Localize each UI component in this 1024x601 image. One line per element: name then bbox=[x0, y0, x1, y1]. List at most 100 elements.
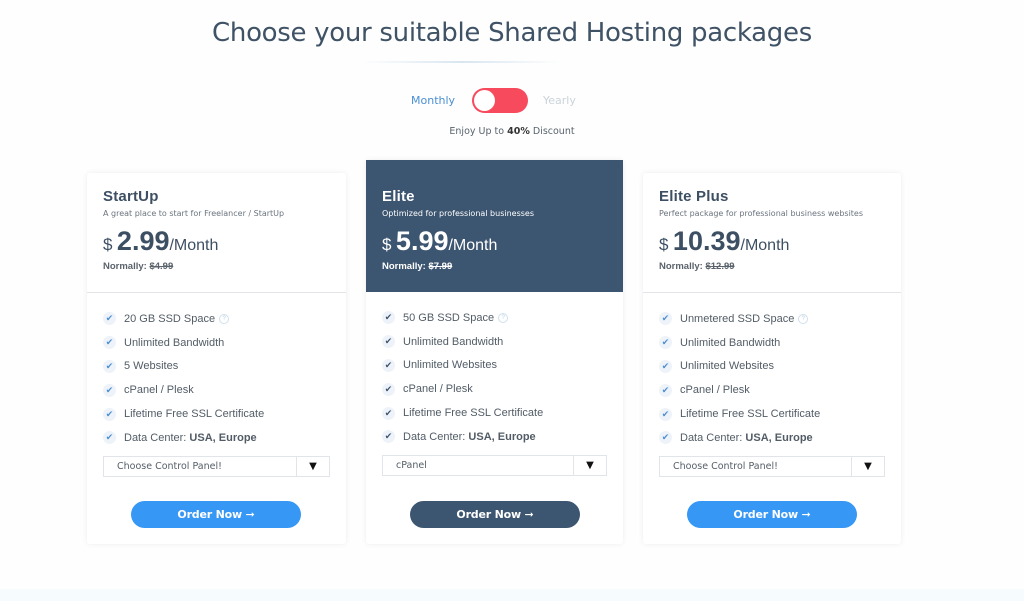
price-amount: 5.99 bbox=[395, 226, 449, 256]
check-icon: ✔ bbox=[659, 383, 672, 397]
check-icon: ✔ bbox=[103, 431, 116, 445]
feature-text: Lifetime Free SSL Certificate bbox=[403, 407, 544, 420]
plan-card-startup: StartUp A great place to start for Freel… bbox=[87, 173, 346, 544]
feature-list: ✔ 20 GB SSD Space? ✔ Unlimited Bandwidth ✔ 5 … bbox=[87, 293, 346, 450]
feature-item: ✔ Data Center: USA, Europe bbox=[659, 426, 885, 450]
feature-text: 5 Websites bbox=[124, 360, 179, 373]
control-panel-value[interactable]: Choose Control Panel! bbox=[660, 456, 852, 476]
feature-text: 50 GB SSD Space bbox=[403, 311, 495, 324]
check-icon: ✔ bbox=[103, 407, 116, 421]
monthly-label[interactable]: Monthly bbox=[411, 94, 455, 107]
check-icon: ✔ bbox=[103, 336, 116, 350]
feature-item: ✔ Unlimited Bandwidth bbox=[382, 330, 607, 354]
data-center-value: USA, Europe bbox=[468, 430, 536, 443]
data-center-value: USA, Europe bbox=[745, 431, 813, 444]
check-icon: ✔ bbox=[382, 311, 395, 325]
control-panel-value[interactable]: Choose Control Panel! bbox=[104, 456, 297, 476]
order-now-button[interactable]: Order Now ➞ bbox=[687, 501, 857, 528]
feature-item: ✔ cPanel / Plesk bbox=[382, 377, 607, 401]
help-icon[interactable]: ? bbox=[219, 313, 230, 324]
control-panel-select[interactable]: Choose Control Panel! ▼ bbox=[103, 455, 330, 477]
check-icon: ✔ bbox=[659, 407, 672, 421]
feature-item: ✔ 20 GB SSD Space? bbox=[103, 307, 330, 331]
price-period: /Month bbox=[169, 237, 219, 254]
normally-label: Normally: bbox=[382, 261, 426, 272]
feature-item: ✔ cPanel / Plesk bbox=[103, 378, 330, 402]
billing-toggle-switch[interactable] bbox=[472, 88, 528, 113]
discount-value: 40% bbox=[507, 126, 530, 137]
feature-item: ✔ Lifetime Free SSL Certificate bbox=[103, 402, 330, 426]
currency-symbol: $ bbox=[382, 235, 392, 254]
toggle-knob bbox=[474, 90, 495, 111]
chevron-down-icon[interactable]: ▼ bbox=[852, 457, 884, 476]
help-icon[interactable]: ? bbox=[798, 313, 809, 324]
plan-card-elite: Elite Optimized for professional busines… bbox=[366, 160, 623, 544]
check-icon: ✔ bbox=[382, 406, 395, 420]
plan-description: Optimized for professional businesses bbox=[382, 209, 535, 218]
feature-item: ✔ Data Center: USA, Europe bbox=[103, 426, 330, 450]
discount-suffix: Discount bbox=[529, 126, 575, 137]
check-icon: ✔ bbox=[103, 383, 116, 397]
yearly-label[interactable]: Yearly bbox=[543, 94, 576, 107]
plan-name: Elite Plus bbox=[659, 188, 729, 205]
page-title: Choose your suitable Shared Hosting pack… bbox=[212, 18, 812, 48]
feature-item: ✔ Lifetime Free SSL Certificate bbox=[382, 401, 607, 425]
check-icon: ✔ bbox=[659, 336, 672, 350]
feature-item: ✔ 50 GB SSD Space? bbox=[382, 306, 607, 330]
feature-text: Unmetered SSD Space bbox=[680, 312, 795, 325]
feature-text: Data Center: bbox=[403, 430, 469, 443]
billing-toggle-row: Monthly Yearly bbox=[0, 88, 1024, 114]
feature-text: cPanel / Plesk bbox=[680, 384, 750, 397]
check-icon: ✔ bbox=[659, 431, 672, 445]
feature-item: ✔ Lifetime Free SSL Certificate bbox=[659, 402, 885, 426]
order-now-button[interactable]: Order Now ➞ bbox=[131, 501, 301, 528]
plan-name: StartUp bbox=[103, 188, 159, 205]
check-icon: ✔ bbox=[382, 335, 395, 349]
feature-text: cPanel / Plesk bbox=[124, 384, 194, 397]
control-panel-select[interactable]: cPanel ▼ bbox=[382, 454, 607, 476]
feature-text: Data Center: bbox=[124, 431, 190, 444]
check-icon: ✔ bbox=[103, 312, 116, 326]
currency-symbol: $ bbox=[103, 235, 113, 254]
feature-text: Lifetime Free SSL Certificate bbox=[680, 408, 821, 421]
pricing-page: Choose your suitable Shared Hosting pack… bbox=[0, 0, 1024, 601]
normally-price: $4.99 bbox=[149, 261, 174, 272]
check-icon: ✔ bbox=[382, 382, 395, 396]
title-divider bbox=[362, 61, 562, 63]
plan-header: StartUp A great place to start for Freel… bbox=[87, 173, 346, 293]
normally-price: $7.99 bbox=[428, 261, 453, 272]
feature-item: ✔ Unlimited Bandwidth bbox=[103, 331, 330, 355]
price-period: /Month bbox=[740, 237, 790, 254]
price-period: /Month bbox=[448, 237, 498, 254]
plan-header: Elite Optimized for professional busines… bbox=[366, 160, 623, 292]
discount-prefix: Enjoy Up to bbox=[449, 126, 508, 137]
feature-item: ✔ 5 Websites bbox=[103, 355, 330, 379]
help-icon[interactable]: ? bbox=[498, 312, 509, 323]
plan-price: $ 5.99/Month bbox=[382, 226, 607, 257]
feature-text: Unlimited Websites bbox=[680, 360, 774, 373]
normal-price: Normally: $7.99 bbox=[382, 261, 607, 272]
feature-item: ✔ Unlimited Websites bbox=[659, 355, 885, 379]
normally-label: Normally: bbox=[103, 261, 147, 272]
feature-text: cPanel / Plesk bbox=[403, 383, 473, 396]
feature-list: ✔ 50 GB SSD Space? ✔ Unlimited Bandwidth ✔ Un… bbox=[366, 292, 623, 449]
feature-text: Data Center: bbox=[680, 431, 746, 444]
order-now-button[interactable]: Order Now ➞ bbox=[410, 501, 580, 528]
chevron-down-icon[interactable]: ▼ bbox=[574, 456, 606, 475]
discount-note: Enjoy Up to 40% Discount bbox=[0, 126, 1024, 137]
normally-label: Normally: bbox=[659, 261, 703, 272]
plan-card-elite-plus: Elite Plus Perfect package for professio… bbox=[643, 173, 901, 544]
control-panel-select[interactable]: Choose Control Panel! ▼ bbox=[659, 455, 885, 477]
control-panel-value[interactable]: cPanel bbox=[383, 455, 574, 475]
plan-price: $ 2.99/Month bbox=[103, 226, 330, 257]
feature-text: Unlimited Bandwidth bbox=[124, 336, 225, 349]
check-icon: ✔ bbox=[659, 359, 672, 373]
price-amount: 2.99 bbox=[116, 226, 170, 256]
check-icon: ✔ bbox=[382, 430, 395, 444]
plan-description: Perfect package for professional busines… bbox=[659, 209, 864, 218]
plan-description: A great place to start for Freelancer / … bbox=[103, 209, 285, 218]
data-center-value: USA, Europe bbox=[189, 431, 257, 444]
chevron-down-icon[interactable]: ▼ bbox=[297, 457, 329, 476]
check-icon: ✔ bbox=[659, 312, 672, 326]
currency-symbol: $ bbox=[659, 235, 669, 254]
